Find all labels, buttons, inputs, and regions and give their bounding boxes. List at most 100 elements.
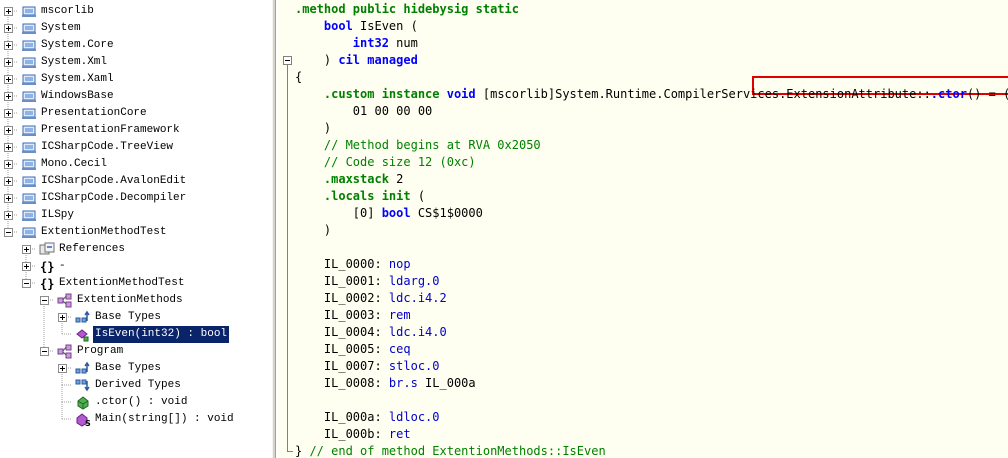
panel-splitter[interactable] <box>272 0 276 458</box>
code-token: .locals init <box>323 189 411 203</box>
tree-item[interactable]: ILSpy <box>0 207 272 224</box>
method-icon <box>75 395 91 410</box>
code-line: IL_0007: stloc.0 <box>295 358 440 375</box>
code-token: } <box>295 444 310 458</box>
tree-item[interactable]: .ctor() : void <box>0 394 272 411</box>
fold-line <box>287 65 288 452</box>
tree-item-label[interactable]: System <box>39 20 83 37</box>
code-line: IL_0002: ldc.i4.2 <box>295 290 447 307</box>
expand-toggle[interactable] <box>4 194 13 203</box>
tree-item[interactable]: System.Xaml <box>0 71 272 88</box>
tree-item-label[interactable]: WindowsBase <box>39 88 116 105</box>
tree-item-label[interactable]: .ctor() : void <box>93 394 189 411</box>
tree-item[interactable]: WindowsBase <box>0 88 272 105</box>
collapse-toggle[interactable] <box>4 228 13 237</box>
tree-item-label[interactable]: ICSharpCode.AvalonEdit <box>39 173 188 190</box>
tree-item-label[interactable]: ExtentionMethodTest <box>57 275 186 292</box>
expand-toggle[interactable] <box>4 58 13 67</box>
code-token: ret <box>388 427 411 441</box>
tree-item[interactable]: Program <box>0 343 272 360</box>
expand-toggle[interactable] <box>4 24 13 33</box>
tree-item-label[interactable]: Main(string[]) : void <box>93 411 236 428</box>
tree-item-label[interactable]: ICSharpCode.TreeView <box>39 139 175 156</box>
tree-item-label[interactable]: - <box>57 258 68 275</box>
tree-item[interactable]: ICSharpCode.AvalonEdit <box>0 173 272 190</box>
tree-item-label[interactable]: ExtentionMethodTest <box>39 224 168 241</box>
code-line: .maxstack 2 <box>295 171 403 188</box>
tree-item-label[interactable]: IsEven(int32) : bool <box>93 326 230 343</box>
il-code-view[interactable]: .method public hidebysig static bool IsE… <box>277 0 1008 458</box>
code-line: .custom instance void [mscorlib]System.R… <box>295 86 1008 103</box>
expand-toggle[interactable] <box>4 92 13 101</box>
expand-toggle[interactable] <box>4 41 13 50</box>
tree-item[interactable]: Base Types <box>0 309 272 326</box>
assembly-icon <box>21 208 37 223</box>
tree-item-label[interactable]: System.Xaml <box>39 71 116 88</box>
expand-toggle[interactable] <box>4 160 13 169</box>
expand-toggle[interactable] <box>22 245 31 254</box>
expand-toggle[interactable] <box>4 7 13 16</box>
tree-item[interactable]: PresentationFramework <box>0 122 272 139</box>
collapse-toggle[interactable] <box>40 296 49 305</box>
fold-toggle[interactable] <box>283 56 292 65</box>
code-line: IL_0000: nop <box>295 256 411 273</box>
tree-item[interactable]: ExtentionMethods <box>0 292 272 309</box>
assembly-icon <box>21 225 37 240</box>
tree-item[interactable]: Mono.Cecil <box>0 156 272 173</box>
tree-item[interactable]: {} - <box>0 258 272 275</box>
tree-item[interactable]: Base Types <box>0 360 272 377</box>
tree-item-label[interactable]: Mono.Cecil <box>39 156 109 173</box>
assembly-tree[interactable]: mscorlib System System.Core System.Xml Syste… <box>0 0 272 458</box>
tree-item[interactable]: IsEven(int32) : bool <box>0 326 272 343</box>
tree-item[interactable]: ICSharpCode.Decompiler <box>0 190 272 207</box>
tree-item[interactable]: System.Xml <box>0 54 272 71</box>
tree-item[interactable]: PresentationCore <box>0 105 272 122</box>
tree-item[interactable]: S Main(string[]) : void <box>0 411 272 428</box>
tree-item-label[interactable]: References <box>57 241 127 258</box>
expand-toggle[interactable] <box>4 126 13 135</box>
tree-item-label[interactable]: mscorlib <box>39 3 96 20</box>
assembly-icon <box>21 191 37 206</box>
base-types-icon <box>75 361 91 376</box>
tree-item-label[interactable]: ICSharpCode.Decompiler <box>39 190 188 207</box>
tree-item-label[interactable]: PresentationCore <box>39 105 149 122</box>
collapse-toggle[interactable] <box>40 347 49 356</box>
code-token: CS$1$0000 <box>410 206 483 220</box>
code-token: IL_0000: <box>295 257 389 271</box>
expand-toggle[interactable] <box>22 262 31 271</box>
tree-item[interactable]: Derived Types <box>0 377 272 394</box>
expand-toggle[interactable] <box>58 364 67 373</box>
tree-item-label[interactable]: ExtentionMethods <box>75 292 185 309</box>
tree-item-label[interactable]: PresentationFramework <box>39 122 182 139</box>
expand-toggle[interactable] <box>4 109 13 118</box>
expand-toggle[interactable] <box>4 177 13 186</box>
code-line: .method public hidebysig static <box>295 1 519 18</box>
expand-toggle[interactable] <box>4 75 13 84</box>
code-token: IL_0005: <box>295 342 389 356</box>
tree-item[interactable]: ExtentionMethodTest <box>0 224 272 241</box>
code-token: ldc.i4.0 <box>388 325 447 339</box>
code-token: [mscorlib]System.Runtime.CompilerService… <box>475 87 931 101</box>
expand-toggle[interactable] <box>4 143 13 152</box>
tree-item-label[interactable]: Program <box>75 343 125 360</box>
tree-item-label[interactable]: ILSpy <box>39 207 76 224</box>
tree-item[interactable]: mscorlib <box>0 3 272 20</box>
tree-item-label[interactable]: Base Types <box>93 309 163 326</box>
collapse-toggle[interactable] <box>22 279 31 288</box>
code-token: ) <box>295 53 339 67</box>
tree-item[interactable]: System.Core <box>0 37 272 54</box>
tree-item-label[interactable]: System.Core <box>39 37 116 54</box>
tree-item-label[interactable]: Derived Types <box>93 377 183 394</box>
tree-item-label[interactable]: Base Types <box>93 360 163 377</box>
code-line: IL_0003: rem <box>295 307 411 324</box>
code-token: ( <box>410 189 426 203</box>
code-token: ceq <box>388 342 411 356</box>
expand-toggle[interactable] <box>4 211 13 220</box>
code-token: IL_0007: <box>295 359 389 373</box>
tree-item[interactable]: References <box>0 241 272 258</box>
tree-item[interactable]: System <box>0 20 272 37</box>
tree-item[interactable]: {} ExtentionMethodTest <box>0 275 272 292</box>
tree-item[interactable]: ICSharpCode.TreeView <box>0 139 272 156</box>
tree-item-label[interactable]: System.Xml <box>39 54 109 71</box>
expand-toggle[interactable] <box>58 313 67 322</box>
